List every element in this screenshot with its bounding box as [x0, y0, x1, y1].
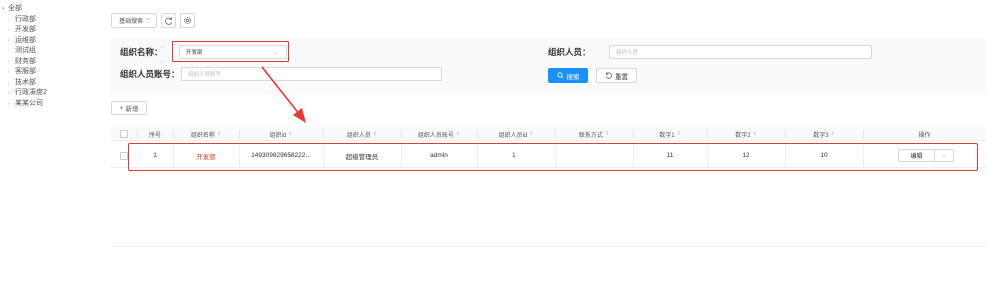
col-org-person[interactable]: 组织人员 ⇕	[323, 127, 401, 141]
sort-icon: ⇕	[676, 131, 681, 137]
plus-icon: +	[119, 104, 124, 112]
add-button-label: 新增	[125, 106, 139, 113]
sort-icon: ⇕	[455, 131, 461, 137]
table-header: 序号 组织名称 ⇕ 组织id ⇕ 组织人员 ⇕ 组织人员账号 ⇕ 组织人员id ⇕ 联系方…	[111, 127, 986, 141]
col-num3[interactable]: 数字3 ⇕	[785, 127, 863, 141]
col-num1[interactable]: 数字1 ⇕	[633, 127, 707, 141]
sort-icon: ⇕	[288, 131, 293, 137]
col-label: 组织人员账号	[417, 132, 454, 139]
sort-icon: ⇕	[830, 131, 835, 137]
sort-icon: ⇕	[529, 131, 534, 137]
sort-icon: ⇕	[604, 131, 610, 137]
select-all-checkbox[interactable]	[120, 130, 128, 138]
highlight-box-row	[128, 143, 978, 171]
sort-icon: ⇕	[216, 131, 222, 137]
sort-icon: ⇕	[752, 131, 757, 137]
col-contact[interactable]: 联系方式 ⇕	[555, 127, 633, 141]
select-all-cell[interactable]	[117, 127, 131, 141]
col-label: 序号	[148, 132, 161, 139]
col-label: 组织名称	[190, 132, 215, 139]
col-label: 数字3	[813, 132, 829, 139]
col-index: 序号	[137, 127, 173, 141]
col-org-id[interactable]: 组织id ⇕	[239, 127, 323, 141]
col-num2[interactable]: 数字2 ⇕	[707, 127, 785, 141]
col-label: 操作	[918, 132, 931, 139]
col-label: 联系方式	[578, 132, 603, 139]
col-org-account[interactable]: 组织人员账号 ⇕	[401, 127, 477, 141]
col-org-name[interactable]: 组织名称 ⇕	[173, 127, 239, 141]
sort-icon: ⇕	[372, 131, 378, 137]
add-button[interactable]: + 新增	[111, 101, 147, 115]
col-label: 数字1	[659, 132, 675, 139]
col-org-person-id[interactable]: 组织人员id ⇕	[477, 127, 555, 141]
row-checkbox[interactable]	[120, 151, 128, 160]
col-actions: 操作	[863, 127, 986, 141]
col-label: 组织人员id	[498, 132, 528, 139]
col-label: 数字2	[735, 132, 751, 139]
col-label: 组织人员	[346, 132, 371, 139]
col-label: 组织id	[269, 132, 287, 139]
